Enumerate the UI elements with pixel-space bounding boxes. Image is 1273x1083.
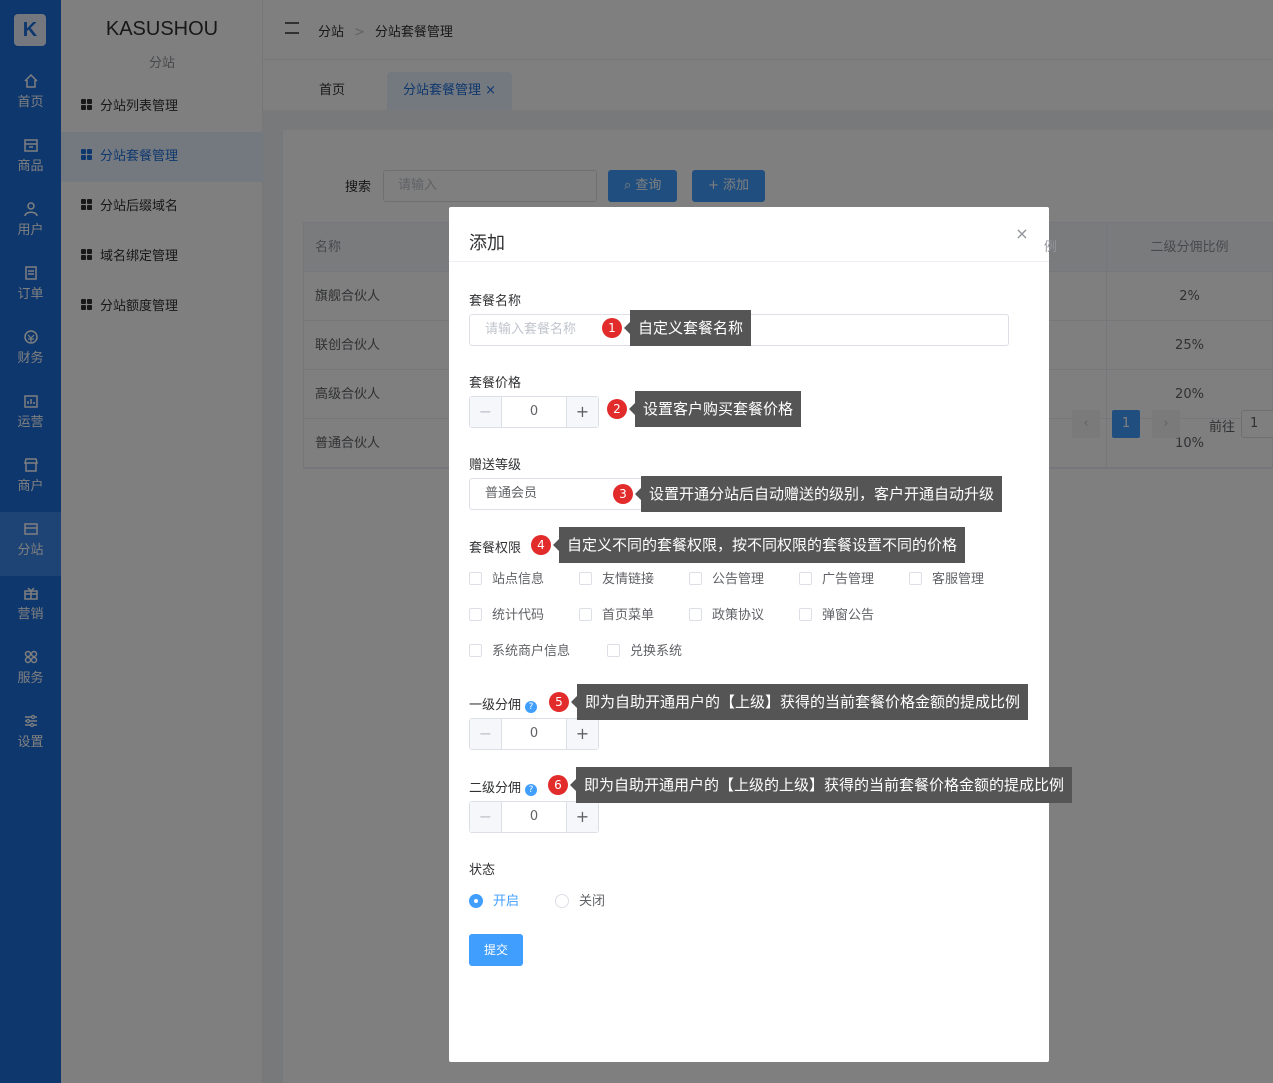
annotation-tooltip: 自定义套餐名称 <box>623 310 752 346</box>
checkbox-icon <box>469 572 482 585</box>
checkbox-icon <box>799 572 812 585</box>
increment-button[interactable]: + <box>566 802 598 832</box>
commission2-stepper[interactable]: − 0 + <box>469 801 599 833</box>
checkbox-label: 兑换系统 <box>630 644 683 659</box>
checkbox-icon <box>469 608 482 621</box>
permission-checkbox[interactable]: 广告管理 <box>799 568 874 587</box>
commission1-stepper[interactable]: − 0 + <box>469 718 599 750</box>
checkbox-icon <box>799 608 812 621</box>
radio-label: 开启 <box>493 894 520 909</box>
checkbox-label: 客服管理 <box>932 572 985 587</box>
permission-checkbox[interactable]: 首页菜单 <box>579 604 654 623</box>
commission2-label: 二级分佣? <box>469 777 538 796</box>
permission-checkbox[interactable]: 弹窗公告 <box>799 604 874 623</box>
status-radio-off[interactable]: 关闭 <box>555 890 605 909</box>
permission-checkbox[interactable]: 政策协议 <box>689 604 764 623</box>
annotation-badge: 5 <box>549 692 569 712</box>
decrement-button[interactable]: − <box>470 397 502 427</box>
decrement-button[interactable]: − <box>470 719 502 749</box>
permission-checkbox[interactable]: 统计代码 <box>469 604 544 623</box>
package-name-label: 套餐名称 <box>469 294 522 309</box>
annotation-tooltip: 即为自助开通用户的【上级】获得的当前套餐价格金额的提成比例 <box>570 684 1029 720</box>
permission-checkbox[interactable]: 兑换系统 <box>607 640 682 659</box>
checkbox-label: 统计代码 <box>492 608 545 623</box>
increment-button[interactable]: + <box>566 397 598 427</box>
checkbox-icon <box>579 608 592 621</box>
commission1-label-text: 一级分佣 <box>469 698 522 713</box>
submit-button[interactable]: 提交 <box>469 934 524 966</box>
annotation-badge: 1 <box>602 318 622 338</box>
permission-checkbox[interactable]: 站点信息 <box>469 568 544 587</box>
annotation-tooltip: 设置客户购买套餐价格 <box>628 391 802 427</box>
gift-level-label: 赠送等级 <box>469 458 522 473</box>
column-header-fragment: 例 <box>1044 240 1058 255</box>
checkbox-icon <box>607 644 620 657</box>
annotation-badge: 6 <box>548 775 568 795</box>
package-price-stepper[interactable]: − 0 + <box>469 396 599 428</box>
checkbox-label: 弹窗公告 <box>822 608 875 623</box>
permission-checkbox[interactable]: 客服管理 <box>909 568 984 587</box>
annotation-badge: 3 <box>613 484 633 504</box>
commission2-label-text: 二级分佣 <box>469 781 522 796</box>
stepper-value[interactable]: 0 <box>502 397 566 427</box>
checkbox-label: 站点信息 <box>492 572 545 587</box>
help-icon[interactable]: ? <box>525 701 538 713</box>
dialog-title: 添加 <box>469 233 505 254</box>
permission-checkbox[interactable]: 友情链接 <box>579 568 654 587</box>
checkbox-label: 友情链接 <box>602 572 655 587</box>
checkbox-label: 公告管理 <box>712 572 765 587</box>
radio-icon <box>469 894 483 908</box>
close-icon[interactable]: × <box>1015 226 1029 242</box>
annotation-badge: 4 <box>531 535 551 555</box>
annotation-tooltip: 设置开通分站后自动赠送的级别，客户开通自动升级 <box>634 476 1003 512</box>
checkbox-label: 广告管理 <box>822 572 875 587</box>
annotation-tooltip: 自定义不同的套餐权限，按不同权限的套餐设置不同的价格 <box>552 527 966 563</box>
increment-button[interactable]: + <box>566 719 598 749</box>
checkbox-label: 系统商户信息 <box>492 644 571 659</box>
stepper-value[interactable]: 0 <box>502 719 566 749</box>
checkbox-label: 政策协议 <box>712 608 765 623</box>
status-label: 状态 <box>469 863 496 878</box>
radio-icon <box>555 894 569 908</box>
checkbox-icon <box>689 572 702 585</box>
annotation-badge: 2 <box>607 399 627 419</box>
dialog-divider <box>449 261 1049 262</box>
permission-checkbox[interactable]: 公告管理 <box>689 568 764 587</box>
checkbox-icon <box>689 608 702 621</box>
checkbox-icon <box>909 572 922 585</box>
commission1-label: 一级分佣? <box>469 694 538 713</box>
package-price-label: 套餐价格 <box>469 376 522 391</box>
checkbox-icon <box>579 572 592 585</box>
checkbox-label: 首页菜单 <box>602 608 655 623</box>
permission-label: 套餐权限 <box>469 541 522 556</box>
help-icon[interactable]: ? <box>525 784 538 796</box>
checkbox-icon <box>469 644 482 657</box>
stepper-value[interactable]: 0 <box>502 802 566 832</box>
status-radio-on[interactable]: 开启 <box>469 890 519 909</box>
permission-checkbox[interactable]: 系统商户信息 <box>469 640 570 659</box>
radio-label: 关闭 <box>579 894 606 909</box>
annotation-tooltip: 即为自助开通用户的【上级的上级】获得的当前套餐价格金额的提成比例 <box>569 767 1073 803</box>
decrement-button[interactable]: − <box>470 802 502 832</box>
